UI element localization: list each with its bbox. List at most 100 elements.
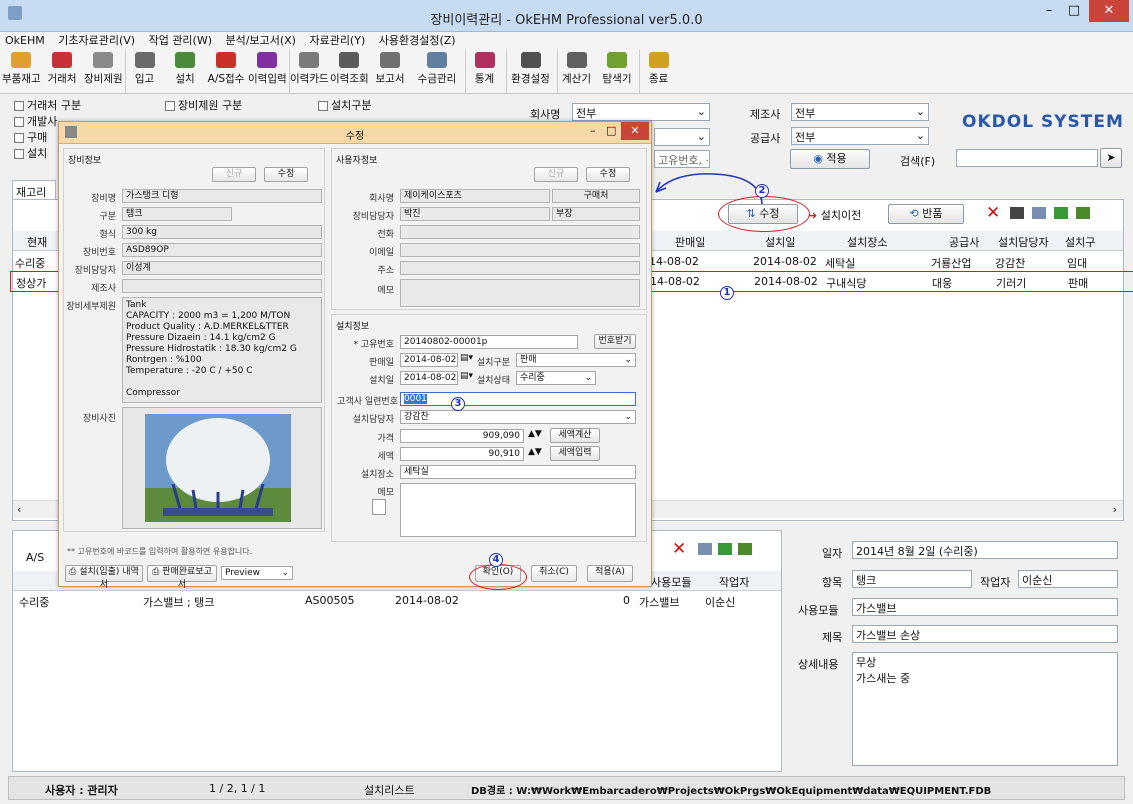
- install-state-select[interactable]: 수리중 ⌄: [516, 371, 596, 385]
- menu-work[interactable]: 작업 관리(W): [149, 34, 212, 47]
- supplier-column-header[interactable]: 공급사: [949, 234, 979, 250]
- unique-number-input[interactable]: 고유번호, ·: [654, 150, 710, 168]
- close-button[interactable]: ✕: [1089, 0, 1129, 22]
- tb-report[interactable]: 보고서: [371, 50, 409, 93]
- as-excel-icon[interactable]: [718, 543, 732, 555]
- kind-column-header[interactable]: 설치구: [1065, 234, 1095, 250]
- tb-parts[interactable]: 부품재고: [2, 50, 41, 93]
- tb-stock-in[interactable]: 입고: [125, 50, 163, 93]
- tax-field[interactable]: 90,910: [400, 447, 524, 461]
- equip-edit-button[interactable]: 수정: [264, 167, 308, 182]
- tax-input-button[interactable]: 세액입력: [550, 446, 600, 461]
- user-memo-field[interactable]: [400, 279, 640, 307]
- minimize-button[interactable]: –: [1036, 0, 1062, 22]
- maker-select[interactable]: 전부 ⌄: [791, 103, 929, 121]
- tb-clients[interactable]: 거래처: [43, 50, 81, 93]
- user-manager-field[interactable]: 박진: [400, 207, 550, 221]
- worker-column-header[interactable]: 작업자: [719, 574, 749, 590]
- camera-icon[interactable]: [1010, 207, 1024, 219]
- equip-new-button[interactable]: 신규: [212, 167, 256, 182]
- user-company-field[interactable]: 제이케이스포츠: [400, 189, 550, 203]
- tb-install[interactable]: 설치: [166, 50, 204, 93]
- sale-date-field[interactable]: 2014-08-02: [400, 353, 458, 367]
- install-date-field[interactable]: 2014-08-02: [400, 371, 458, 385]
- client-type-check[interactable]: 거래처 구분: [14, 97, 164, 113]
- equip-detail-field[interactable]: Tank CAPACITY : 2000 m3 = 1,200 M/TON Pr…: [122, 297, 322, 403]
- worker-field[interactable]: 이순신: [1018, 570, 1118, 588]
- scroll-left-icon[interactable]: ‹: [17, 503, 21, 516]
- tab-stock[interactable]: 재고리: [12, 180, 56, 200]
- equip-maker-field[interactable]: [122, 279, 322, 293]
- print-mode-select[interactable]: Preview ⌄: [221, 566, 293, 580]
- manager-column-header[interactable]: 설치담당자: [998, 234, 1049, 250]
- equip-spec-field[interactable]: 300 kg: [122, 225, 322, 239]
- sale-column-header[interactable]: 판매일: [675, 234, 705, 250]
- tb-exit[interactable]: 종료: [639, 50, 677, 93]
- user-new-button[interactable]: 신규: [534, 167, 578, 182]
- export-icon[interactable]: [1076, 207, 1090, 219]
- search-input[interactable]: [956, 149, 1098, 167]
- price-field[interactable]: 909,090: [400, 429, 524, 443]
- price-spin-icon[interactable]: ▲▼: [528, 429, 542, 439]
- equip-type-check[interactable]: 장비제원 구분: [165, 97, 315, 113]
- cancel-button[interactable]: 취소(C): [531, 565, 577, 582]
- tb-collection[interactable]: 수금관리: [412, 50, 462, 93]
- return-button[interactable]: ⟲ 반품: [888, 204, 964, 224]
- tb-history-query[interactable]: 이력조회: [330, 50, 369, 93]
- user-dept-field[interactable]: 부장: [552, 207, 640, 221]
- user-address-field[interactable]: [400, 261, 640, 275]
- date-column-header[interactable]: 설치일: [765, 234, 795, 250]
- tb-as[interactable]: A/S접수: [207, 50, 245, 93]
- dialog-close-button[interactable]: ✕: [621, 122, 649, 140]
- serial-get-button[interactable]: 번호받기: [594, 334, 636, 349]
- serial-field[interactable]: 20140802-00001p: [400, 335, 578, 349]
- install-type-check[interactable]: 설치구분: [318, 97, 468, 113]
- module-column-header[interactable]: 사용모듈: [651, 574, 691, 590]
- dialog-apply-button[interactable]: 적용(A): [587, 565, 633, 582]
- tax-calc-button[interactable]: 세액계산: [550, 428, 600, 443]
- as-delete-icon[interactable]: ✕: [672, 539, 686, 559]
- company-sub-select[interactable]: ⌄: [654, 128, 710, 146]
- user-email-field[interactable]: [400, 243, 640, 257]
- menu-reports[interactable]: 분석/보고서(X): [226, 34, 296, 47]
- apply-filter-button[interactable]: ◉ 적용: [790, 149, 870, 169]
- scroll-right-icon[interactable]: ›: [1113, 503, 1117, 516]
- equip-name-field[interactable]: 가스탱크 디형: [122, 189, 322, 203]
- menu-data[interactable]: 자료관리(Y): [309, 34, 365, 47]
- memo-paste-icon[interactable]: [372, 499, 386, 515]
- dialog-minimize-button[interactable]: –: [590, 124, 596, 137]
- item-field[interactable]: 탱크: [852, 570, 972, 588]
- as-print-icon[interactable]: [698, 543, 712, 555]
- tb-history-input[interactable]: 이력입력: [248, 50, 287, 93]
- company-select[interactable]: 전부 ⌄: [572, 103, 710, 121]
- supplier-select[interactable]: 전부 ⌄: [791, 127, 929, 145]
- excel-icon[interactable]: [1054, 207, 1068, 219]
- print-install-list-button[interactable]: ⎙ 설치(입출) 내역서: [65, 565, 143, 590]
- equip-class-field[interactable]: 탱크: [122, 207, 232, 221]
- tb-history-card[interactable]: 이력카드: [289, 50, 329, 93]
- menu-base-data[interactable]: 기초자료관리(V): [58, 34, 135, 47]
- search-go-button[interactable]: ➤: [1100, 148, 1122, 168]
- maximize-button[interactable]: □: [1062, 0, 1086, 22]
- tb-stats[interactable]: 통계: [465, 50, 503, 93]
- tb-equip[interactable]: 장비제원: [84, 50, 123, 93]
- status-column-header[interactable]: 현재: [27, 234, 47, 250]
- move-install-button[interactable]: ➜ 설치이전: [808, 207, 861, 223]
- tax-spin-icon[interactable]: ▲▼: [528, 447, 542, 457]
- print-icon[interactable]: [1032, 207, 1046, 219]
- table-row[interactable]: 수리중 가스밸브 ; 탱크 AS00505 2014-08-02 0 가스밸브 …: [13, 592, 781, 610]
- equip-manager-field[interactable]: 이성계: [122, 261, 322, 275]
- date-field[interactable]: 2014년 8월 2일 (수리중): [852, 541, 1118, 559]
- equip-no-field[interactable]: ASD89OP: [122, 243, 322, 257]
- tb-explorer[interactable]: 탐색기: [598, 50, 636, 93]
- dialog-maximize-button[interactable]: □: [606, 124, 616, 137]
- install-manager-select[interactable]: 강감찬 ⌄: [400, 410, 636, 424]
- install-kind-select[interactable]: 판매 ⌄: [516, 353, 636, 367]
- install-memo-field[interactable]: [400, 483, 636, 537]
- delete-icon[interactable]: ✕: [986, 203, 1000, 223]
- menu-okehm[interactable]: OkEHM: [5, 34, 45, 47]
- content-field[interactable]: 무상 가스새는 중: [852, 652, 1118, 766]
- print-sale-report-button[interactable]: ⎙ 판매완료보고서: [147, 565, 217, 590]
- title-field[interactable]: 가스밸브 손상: [852, 625, 1118, 643]
- user-edit-button[interactable]: 수정: [586, 167, 630, 182]
